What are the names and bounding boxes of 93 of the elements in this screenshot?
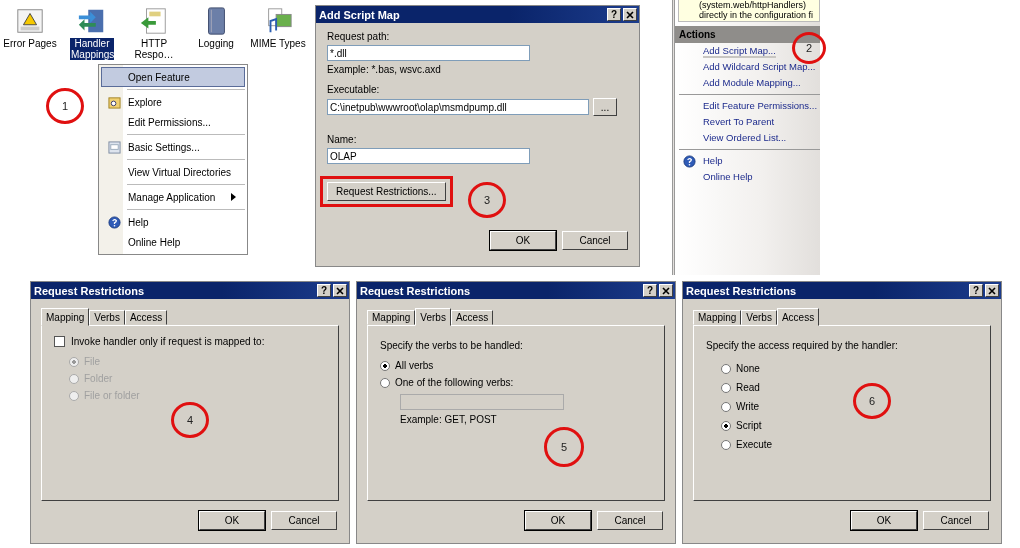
help-icon — [682, 154, 696, 168]
radio-label: Execute — [736, 439, 773, 450]
callout-circle: 5 — [544, 427, 584, 467]
tab[interactable]: Verbs — [415, 308, 451, 326]
cancel-button[interactable]: Cancel — [271, 511, 337, 530]
ok-button[interactable]: OK — [851, 511, 917, 530]
callout-circle: 6 — [853, 383, 891, 419]
radio-button[interactable] — [380, 377, 390, 388]
callout-circle: 4 — [171, 402, 209, 438]
help-button[interactable]: ? — [607, 8, 621, 21]
browse-button[interactable]: ... — [593, 98, 617, 116]
menu-item[interactable]: Online Help — [101, 232, 245, 252]
checkbox-label: Invoke handler only if request is mapped to: — [71, 336, 265, 347]
cancel-button[interactable]: Cancel — [562, 231, 628, 250]
close-button[interactable] — [333, 284, 347, 297]
radio-label: Write — [736, 401, 760, 412]
callout-circle: 2 — [792, 32, 826, 64]
action-link[interactable]: Add Module Mapping... — [703, 76, 801, 90]
radio-button[interactable] — [721, 382, 731, 393]
menu-item[interactable]: Help — [101, 212, 245, 232]
tab[interactable]: Verbs — [89, 310, 125, 325]
radio-button[interactable] — [721, 401, 731, 412]
feature-label[interactable]: HTTP Respo… — [124, 38, 184, 60]
close-button[interactable] — [623, 8, 637, 21]
tab[interactable]: Access — [124, 310, 168, 325]
tab[interactable]: Mapping — [693, 310, 742, 325]
field-label: Request path: — [327, 31, 390, 42]
radio-label: None — [736, 363, 760, 374]
field-label: Executable: — [327, 84, 380, 95]
menu-item[interactable]: Edit Permissions... — [101, 112, 245, 132]
input-field[interactable]: OLAP — [327, 148, 530, 164]
radio-label: Script — [736, 420, 762, 431]
hint-text: Example: *.bas, wsvc.axd — [327, 64, 441, 75]
radio-label: All verbs — [395, 360, 434, 371]
document-arrow-icon[interactable] — [139, 6, 169, 36]
info-text: directly in the configuration fi — [699, 10, 815, 20]
hint-text: Example: GET, POST — [400, 414, 498, 425]
radio-button[interactable] — [721, 439, 731, 450]
action-link[interactable]: Edit Feature Permissions... — [703, 99, 818, 113]
feature-label[interactable]: Error Pages — [2, 38, 58, 49]
radio-label: Read — [736, 382, 760, 393]
menu-item[interactable]: Basic Settings... — [101, 137, 245, 157]
callout-circle: 3 — [468, 182, 506, 218]
window-title: Request Restrictions — [360, 284, 471, 297]
action-link[interactable]: Add Script Map... — [703, 44, 776, 58]
prompt-text: Specify the verbs to be handled: — [380, 340, 524, 351]
info-text: (system.web/httpHandlers) — [699, 0, 808, 10]
warning-page-icon[interactable] — [15, 6, 45, 36]
action-link[interactable]: Online Help — [703, 170, 753, 184]
radio-label: One of the following verbs: — [395, 377, 514, 388]
menu-item[interactable]: View Virtual Directories — [101, 162, 245, 182]
tab[interactable]: Mapping — [41, 308, 90, 326]
menu-item[interactable]: Manage Application — [101, 187, 245, 207]
pane-header: Actions — [675, 26, 820, 43]
window-title: Request Restrictions — [686, 284, 797, 297]
ok-button[interactable]: OK — [525, 511, 591, 530]
ok-button[interactable]: OK — [490, 231, 556, 250]
action-link[interactable]: Help — [703, 154, 723, 168]
field-label: Name: — [327, 134, 357, 145]
close-button[interactable] — [659, 284, 673, 297]
window-title: Add Script Map — [319, 8, 400, 21]
cancel-button[interactable]: Cancel — [597, 511, 663, 530]
radio-button[interactable] — [721, 420, 731, 431]
radio-button[interactable] — [721, 363, 731, 374]
input-field[interactable]: *.dll — [327, 45, 530, 61]
close-button[interactable] — [985, 284, 999, 297]
help-button[interactable]: ? — [317, 284, 331, 297]
action-link[interactable]: View Ordered List... — [703, 131, 787, 145]
help-icon — [107, 215, 121, 229]
menu-item[interactable]: Explore — [101, 92, 245, 112]
radio-button[interactable] — [380, 360, 390, 371]
callout-circle: 1 — [46, 88, 84, 124]
feature-label[interactable]: Handler Mappings — [70, 38, 114, 60]
cancel-button[interactable]: Cancel — [923, 511, 989, 530]
ok-button[interactable]: OK — [199, 511, 265, 530]
request-restrictions-button[interactable]: Request Restrictions... — [327, 182, 446, 201]
feature-label[interactable]: Logging — [197, 38, 235, 49]
folder-search-icon — [107, 95, 121, 109]
help-button[interactable]: ? — [969, 284, 983, 297]
input-field[interactable]: C:\inetpub\wwwroot\olap\msmdpump.dll — [327, 99, 589, 115]
help-button[interactable]: ? — [643, 284, 657, 297]
tab[interactable]: Access — [450, 310, 494, 325]
window-settings-icon — [107, 140, 121, 154]
tab[interactable]: Mapping — [367, 310, 416, 325]
tab[interactable]: Access — [776, 308, 820, 326]
action-link[interactable]: Revert To Parent — [703, 115, 775, 129]
checkbox[interactable] — [54, 336, 65, 347]
window-title: Request Restrictions — [34, 284, 145, 297]
submenu-arrow-icon — [231, 193, 236, 201]
prompt-text: Specify the access required by the handler: — [706, 340, 899, 351]
tab[interactable]: Verbs — [741, 310, 777, 325]
feature-label[interactable]: MIME Types — [249, 38, 307, 49]
menu-item[interactable]: Open Feature — [101, 67, 245, 87]
